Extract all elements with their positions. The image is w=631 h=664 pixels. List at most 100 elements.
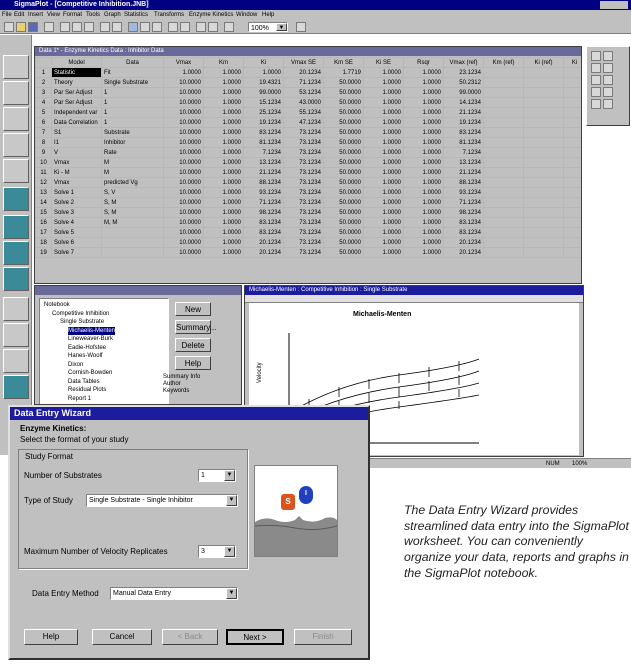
table-cell[interactable]: Fit — [101, 67, 164, 78]
table-cell[interactable] — [563, 137, 581, 148]
table-cell[interactable]: 1.0000 — [403, 157, 444, 168]
contour-plot-icon[interactable] — [3, 297, 29, 321]
notebook-new-button[interactable]: New — [175, 302, 211, 316]
table-cell[interactable] — [101, 227, 164, 238]
row-number[interactable]: 11 — [35, 167, 52, 178]
table-cell[interactable] — [523, 67, 564, 78]
column-header[interactable]: Km (ref) — [483, 57, 524, 68]
table-cell[interactable]: 1.0000 — [163, 67, 204, 78]
table-cell[interactable]: Solve 7 — [51, 247, 102, 258]
table-cell[interactable]: 1.0000 — [363, 197, 404, 208]
table-icon[interactable] — [152, 22, 162, 32]
table-cell[interactable]: 1.0000 — [203, 217, 244, 228]
table-cell[interactable]: 83.1234 — [443, 217, 484, 228]
table-cell[interactable]: 1 — [101, 87, 164, 98]
table-cell[interactable]: 1.0000 — [203, 117, 244, 128]
table-cell[interactable] — [483, 147, 524, 158]
tree-item[interactable]: Notebook — [44, 301, 70, 309]
open-icon[interactable] — [16, 22, 26, 32]
table-cell[interactable]: 1.0000 — [403, 237, 444, 248]
table-cell[interactable]: 1.0000 — [363, 227, 404, 238]
wizard-help-button[interactable]: Help — [24, 629, 78, 645]
table-cell[interactable]: 13.1234 — [443, 157, 484, 168]
transform-icon[interactable] — [180, 22, 190, 32]
table-cell[interactable]: 1.0000 — [203, 87, 244, 98]
table-cell[interactable]: 50.0000 — [323, 127, 364, 138]
table-cell[interactable]: 50.0000 — [323, 217, 364, 228]
table-cell[interactable] — [563, 117, 581, 128]
table-cell[interactable]: Solve 6 — [51, 237, 102, 248]
table-cell[interactable]: 1.0000 — [203, 207, 244, 218]
undo-icon[interactable] — [100, 22, 110, 32]
table-cell[interactable]: 1.0000 — [363, 177, 404, 188]
table-cell[interactable]: 1.0000 — [363, 67, 404, 78]
tree-item[interactable]: Single Substrate — [60, 318, 104, 326]
table-cell[interactable]: M, M — [101, 217, 164, 228]
table-cell[interactable]: S1 — [51, 127, 102, 138]
column-header[interactable]: Ki — [243, 57, 284, 68]
table-cell[interactable]: 1.0000 — [363, 217, 404, 228]
table-cell[interactable] — [523, 157, 564, 168]
color-tool-icon[interactable] — [603, 99, 613, 109]
table-cell[interactable] — [483, 207, 524, 218]
table-cell[interactable]: 1.0000 — [203, 167, 244, 178]
table-cell[interactable]: 73.1234 — [283, 217, 324, 228]
column-header[interactable]: Rsqr — [403, 57, 444, 68]
row-number[interactable]: 15 — [35, 207, 52, 218]
table-cell[interactable] — [523, 207, 564, 218]
table-cell[interactable]: 50.0000 — [323, 117, 364, 128]
table-cell[interactable] — [523, 117, 564, 128]
table-cell[interactable] — [523, 187, 564, 198]
table-cell[interactable] — [483, 117, 524, 128]
table-cell[interactable]: 1.0000 — [203, 237, 244, 248]
table-cell[interactable]: 1.7719 — [323, 67, 364, 78]
box-plot-icon[interactable] — [3, 241, 29, 265]
column-header[interactable]: Km SE — [323, 57, 364, 68]
table-cell[interactable] — [563, 167, 581, 178]
chevron-down-icon[interactable]: ▼ — [224, 470, 235, 481]
table-cell[interactable]: 53.1234 — [283, 87, 324, 98]
table-cell[interactable] — [563, 127, 581, 138]
table-cell[interactable]: 50.0000 — [323, 207, 364, 218]
table-cell[interactable] — [483, 67, 524, 78]
ternary-plot-icon[interactable] — [3, 159, 29, 183]
table-cell[interactable]: 73.1234 — [283, 157, 324, 168]
table-cell[interactable]: 15.1234 — [243, 97, 284, 108]
table-cell[interactable]: 10.0000 — [163, 97, 204, 108]
table-cell[interactable]: 1.0000 — [363, 147, 404, 158]
column-header[interactable]: Vmax (ref) — [443, 57, 484, 68]
table-cell[interactable]: 10.0000 — [163, 237, 204, 248]
table-cell[interactable]: 1.0000 — [203, 137, 244, 148]
print-icon[interactable] — [44, 22, 54, 32]
table-cell[interactable] — [483, 167, 524, 178]
row-number[interactable]: 4 — [35, 97, 52, 108]
copy-icon[interactable] — [72, 22, 82, 32]
table-cell[interactable] — [523, 217, 564, 228]
menu-item-transforms[interactable]: Transforms — [154, 10, 184, 20]
table-cell[interactable]: 19.1234 — [443, 117, 484, 128]
table-cell[interactable]: 81.1234 — [443, 137, 484, 148]
3d-mesh-icon[interactable] — [3, 375, 29, 399]
table-cell[interactable]: Par Ser Adjust — [51, 87, 102, 98]
menu-item-view[interactable]: View — [47, 10, 60, 20]
menu-item-help[interactable]: Help — [262, 10, 274, 20]
3d-scatter-icon[interactable] — [3, 323, 29, 347]
table-cell[interactable]: 1 — [101, 117, 164, 128]
table-cell[interactable]: 10.0000 — [163, 77, 204, 88]
table-cell[interactable]: 83.1234 — [243, 127, 284, 138]
table-cell[interactable]: Substrate — [101, 127, 164, 138]
table-cell[interactable]: 83.1234 — [243, 227, 284, 238]
line-tool-icon[interactable] — [591, 63, 601, 73]
tree-item[interactable]: Data Tables — [68, 378, 100, 386]
table-cell[interactable]: 83.1234 — [443, 227, 484, 238]
menu-item-file[interactable]: File — [2, 10, 12, 20]
table-cell[interactable]: 88.1234 — [443, 177, 484, 188]
column-header[interactable]: Km — [203, 57, 244, 68]
table-cell[interactable] — [563, 67, 581, 78]
stacked-bar-icon[interactable] — [3, 215, 29, 239]
table-cell[interactable] — [523, 127, 564, 138]
table-cell[interactable] — [483, 137, 524, 148]
cut-icon[interactable] — [60, 22, 70, 32]
table-cell[interactable] — [483, 157, 524, 168]
table-cell[interactable]: 1.0000 — [403, 247, 444, 258]
